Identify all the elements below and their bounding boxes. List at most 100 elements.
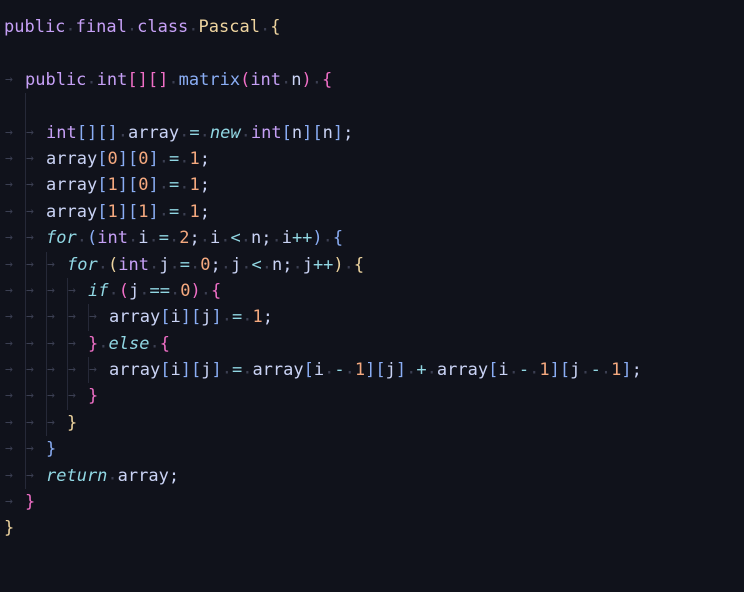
bracket-close: ]	[148, 175, 159, 196]
code-token: int	[118, 254, 149, 275]
indent-guide	[4, 40, 25, 66]
code-text: for (int i = 2; i < n; i++) {	[46, 228, 343, 248]
whitespace-dot	[200, 123, 210, 143]
number-literal: 1	[354, 360, 366, 381]
whitespace-dot	[427, 360, 437, 380]
bracket-open: {	[159, 333, 170, 354]
tab-arrow-icon: →	[47, 256, 55, 272]
code-token: i	[281, 228, 292, 249]
code-token: j	[570, 360, 581, 381]
whitespace-dot	[222, 307, 232, 327]
indent-guide	[4, 93, 25, 119]
code-editor[interactable]: public final class Pascal {→public int[]…	[0, 0, 744, 542]
bracket-close: ]	[137, 69, 148, 90]
whitespace-dot	[188, 17, 198, 37]
operator: ++	[312, 254, 334, 275]
indent-guide: →	[67, 357, 88, 384]
indent-guide: →	[25, 357, 46, 384]
bracket-close: ]	[180, 307, 191, 328]
bracket-open: [	[127, 148, 139, 169]
indent-guide: →	[4, 172, 25, 198]
indent-guide: →	[4, 410, 25, 436]
operator: =	[168, 201, 180, 222]
indent-guide: →	[4, 357, 25, 383]
tab-arrow-icon: →	[5, 230, 13, 246]
tab-arrow-icon: →	[26, 230, 34, 246]
code-line: →}	[0, 489, 744, 515]
tab-arrow-icon: →	[26, 203, 34, 219]
whitespace-dot	[169, 228, 179, 248]
tab-arrow-icon: →	[47, 309, 55, 325]
whitespace-dot	[148, 228, 158, 248]
code-text: }	[67, 413, 77, 433]
code-line: → → → →}	[0, 383, 744, 411]
code-token: j	[201, 360, 212, 381]
bracket-open: (	[240, 69, 251, 90]
indent-guide: →	[4, 225, 25, 251]
semicolon: ;	[262, 307, 273, 328]
tab-arrow-icon: →	[26, 441, 34, 457]
number-literal: 1	[189, 148, 200, 169]
semicolon: ;	[189, 228, 200, 249]
number-literal: 1	[138, 201, 149, 222]
tab-arrow-icon: →	[5, 494, 13, 510]
tab-arrow-icon: →	[5, 441, 13, 457]
code-token: array	[436, 360, 489, 381]
whitespace-dot	[406, 360, 416, 380]
code-text: public int[][] matrix(int n) {	[25, 70, 332, 90]
code-token: n	[250, 228, 262, 249]
code-line: →→array[1][0] = 1;	[0, 172, 744, 200]
bracket-close: ]	[86, 122, 98, 143]
code-token: i	[138, 228, 149, 249]
whitespace-dot	[168, 70, 178, 90]
code-token: n	[291, 69, 302, 90]
bracket-open: [	[160, 360, 171, 381]
tab-arrow-icon: →	[5, 388, 13, 404]
whitespace-dot	[344, 255, 354, 275]
indent-guide	[25, 93, 46, 120]
code-line: →→for (int i = 2; i < n; i++) {	[0, 225, 744, 252]
number-literal: 1	[189, 201, 200, 222]
indent-guide: →	[4, 489, 25, 515]
code-token: n	[291, 122, 303, 143]
bracket-close: ]	[158, 69, 169, 90]
whitespace-dot	[271, 228, 281, 248]
operator: ++	[291, 228, 313, 249]
whitespace-dot	[221, 255, 231, 275]
whitespace-dot	[220, 228, 230, 248]
tab-arrow-icon: →	[5, 124, 13, 140]
code-token: array	[46, 201, 98, 222]
indent-guide: →	[25, 383, 46, 411]
code-token: public	[4, 17, 66, 37]
code-text: if (j == 0) {	[88, 281, 221, 301]
bracket-open: (	[86, 228, 98, 249]
whitespace-dot	[170, 281, 180, 301]
tab-arrow-icon: →	[47, 388, 55, 404]
operator: -	[334, 360, 345, 381]
bracket-close: ]	[332, 122, 344, 143]
number-literal: 2	[179, 228, 190, 249]
tab-arrow-icon: →	[68, 388, 76, 404]
code-text: return array;	[46, 466, 179, 486]
bracket-close: ]	[549, 360, 560, 381]
tab-arrow-icon: →	[89, 309, 97, 325]
code-text: public final class Pascal {	[4, 17, 280, 37]
indent-guide: →	[46, 409, 67, 437]
tab-arrow-icon: →	[5, 309, 13, 325]
bracket-open: [	[375, 360, 386, 381]
whitespace-dot	[179, 149, 189, 169]
whitespace-dot	[580, 360, 590, 380]
number-literal: 1	[611, 360, 622, 381]
bracket-close: }	[25, 492, 36, 513]
tab-arrow-icon: →	[26, 388, 34, 404]
bracket-open: [	[160, 307, 171, 328]
code-line: → → → → if (j == 0) {	[0, 277, 744, 305]
code-token: j	[159, 254, 170, 275]
whitespace-dot	[179, 202, 189, 222]
semicolon: ;	[168, 465, 180, 486]
code-token: array	[46, 148, 98, 169]
operator: =	[231, 307, 243, 328]
bracket-open: {	[210, 280, 222, 301]
bracket-close: }	[88, 386, 99, 407]
whitespace-dot	[159, 175, 169, 195]
